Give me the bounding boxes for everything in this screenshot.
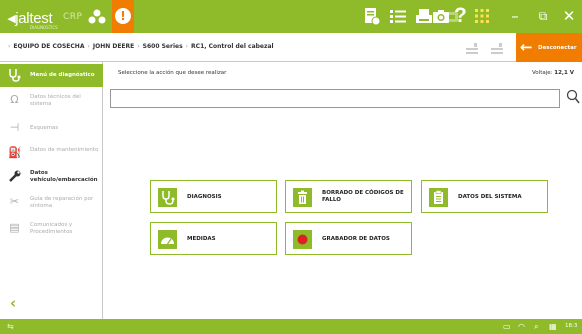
system-data-label: DATOS DEL SISTEMA [458,194,522,200]
oil-can-icon: ⛽ [8,146,22,159]
vehicle-fleet-icon[interactable] [465,42,479,55]
stethoscope-icon [158,188,177,207]
sidebar-item-label: Datos vehículo/embarcación [30,170,98,183]
record-icon [293,230,312,249]
help-button[interactable]: ? [454,4,467,28]
usb-icon: ⇆ [7,322,14,331]
measurements-label: MEDIDAS [187,236,216,242]
breadcrumb-item[interactable]: S600 Series [143,43,183,50]
measurements-button[interactable]: MEDIDAS [150,222,277,255]
gauge-icon [158,230,177,249]
sidebar-item-bulletins[interactable]: ▤ Comunicados y Procedimientos [0,217,103,240]
report-icon[interactable] [363,7,381,26]
voltage-value: 12,1 V [554,70,574,76]
voltage-label: Voltaje: [531,70,553,76]
clear-fault-codes-button[interactable]: BORRADO DE CÓDIGOS DE FALLO [285,180,412,213]
clock: 18:3 [565,323,578,329]
collapse-sidebar-button[interactable]: ‹ [10,294,16,312]
trash-icon [293,188,312,207]
sidebar-item-schematics[interactable]: ⊣ Esquemas [0,117,103,140]
sidebar-item-label: Datos de mantenimiento [30,147,99,153]
sidebar-item-label: Comunicados y Procedimientos [30,222,73,235]
instruction-text: Seleccione la acción que desee realizar [118,70,227,76]
maximize-button[interactable]: ⧉ [530,0,556,33]
voltage-readout: Voltaje: 12,1 V [532,70,574,76]
top-bar: ◂jaltest DIAGNOSTICS CRP ! ? – ⧉ ✕ [0,0,582,33]
wifi-icon: ◠ [518,322,525,331]
breadcrumb-bar: › EQUIPO DE COSECHA › JOHN DEERE › S600 Serie… [0,33,582,62]
minimize-button[interactable]: – [502,0,528,33]
omega-icon: Ω [10,93,19,106]
diagnosis-label: DIAGNOSIS [187,194,222,200]
status-bar: ⇆ ▭ ◠ ⌕ ▦ 18:3 [0,319,582,334]
diagnosis-button[interactable]: DIAGNOSIS [150,180,277,213]
stethoscope-icon [9,69,21,82]
documents-icon: ▤ [9,221,20,234]
disconnect-button[interactable]: ← Desconectar [516,33,582,62]
tools-icon: ✂ [9,195,20,208]
breadcrumb-item[interactable]: RC1, Control del cabezal [191,43,274,50]
logo-subtitle: DIAGNOSTICS [30,25,58,30]
sidebar-item-label: Menú de diagnóstico [30,72,95,78]
clipboard-icon [429,188,448,207]
wrench-icon [9,170,21,182]
breadcrumb-separator: › [87,43,90,50]
search-icon[interactable] [566,89,580,105]
search-status-icon: ⌕ [534,322,539,331]
sidebar-item-label: Esquemas [30,125,59,131]
apps-grid-icon[interactable] [474,8,490,24]
breadcrumb-separator: › [185,43,189,50]
list-icon[interactable] [389,7,407,26]
data-recorder-label: GRABADOR DE DATOS [322,236,390,242]
disconnect-label: Desconectar [538,45,577,51]
close-button[interactable]: ✕ [556,0,582,33]
data-recorder-button[interactable]: GRABADOR DE DATOS [285,222,412,255]
sidebar-item-vehicle-data[interactable]: Datos vehículo/embarcación [0,165,103,188]
sidebar: Menú de diagnóstico Ω Datos técnicos del… [0,62,103,319]
sidebar-item-label: Guía de reparación por síntoma [30,196,94,209]
warning-icon: ! [115,8,131,24]
module-name: CRP [63,12,83,22]
clear-fault-codes-label: BORRADO DE CÓDIGOS DE FALLO [322,190,404,203]
breadcrumb-separator: › [8,43,11,50]
battery-icon: ▭ [503,322,511,331]
breadcrumb: › EQUIPO DE COSECHA › JOHN DEERE › S600 Serie… [5,43,274,50]
system-data-button[interactable]: DATOS DEL SISTEMA [421,180,548,213]
warning-button[interactable]: ! [112,0,134,33]
calendar-icon: ▦ [549,322,557,331]
sidebar-item-repair-guide[interactable]: ✂ Guía de reparación por síntoma [0,191,103,214]
vehicle-list-icon[interactable] [490,42,504,55]
camera-shape-icon[interactable] [432,7,450,26]
module-group-icon [88,9,106,24]
main-header: Seleccione la acción que desee realizar … [104,62,582,86]
sidebar-item-technical-data[interactable]: Ω Datos técnicos del sistema [0,89,103,112]
arrow-left-icon: ← [520,38,533,56]
breadcrumb-item[interactable]: JOHN DEERE [93,43,134,50]
sidebar-item-diagnostic-menu[interactable]: Menú de diagnóstico [0,64,103,87]
sidebar-item-label: Datos técnicos del sistema [30,94,81,107]
search-input[interactable] [110,89,560,108]
sidebar-item-maintenance[interactable]: ⛽ Datos de mantenimiento [0,142,103,165]
schematic-icon: ⊣ [9,121,20,134]
breadcrumb-item[interactable]: EQUIPO DE COSECHA [13,43,84,50]
breadcrumb-separator: › [137,43,140,50]
